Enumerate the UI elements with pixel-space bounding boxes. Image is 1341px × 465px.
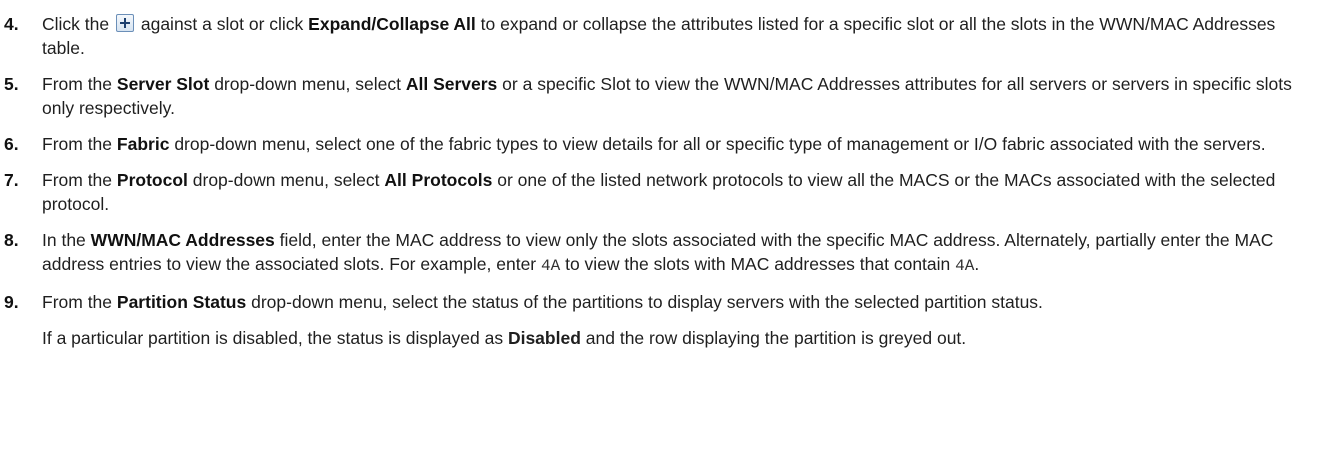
- note-text: If a particular partition is disabled, t…: [42, 328, 504, 348]
- code-example: 4A: [955, 257, 975, 275]
- step-text: From the: [42, 170, 113, 190]
- step-text: In the: [42, 230, 86, 250]
- step-5: 5. From the Server Slot drop-down menu, …: [0, 72, 1341, 120]
- step-number: 9.: [4, 292, 19, 312]
- step-text: to view the slots with MAC addresses tha…: [565, 254, 951, 274]
- document-page: 4. Click the against a slot or click Exp…: [0, 0, 1341, 465]
- step-number: 5.: [4, 74, 19, 94]
- all-protocols-label: All Protocols: [384, 170, 493, 190]
- note-text: and the row displaying the partition is …: [585, 328, 967, 348]
- step-number: 7.: [4, 170, 19, 190]
- step-7: 7. From the Protocol drop-down menu, sel…: [0, 168, 1341, 216]
- step-text: From the: [42, 134, 113, 154]
- disabled-label: Disabled: [507, 328, 581, 348]
- step-6: 6. From the Fabric drop-down menu, selec…: [0, 132, 1341, 156]
- server-slot-label: Server Slot: [116, 74, 210, 94]
- step-text: drop-down menu, select: [214, 74, 401, 94]
- step-text: From the: [42, 292, 113, 312]
- step-4: 4. Click the against a slot or click Exp…: [0, 12, 1341, 60]
- step-text: .: [974, 254, 980, 274]
- expand-collapse-all-label: Expand/Collapse All: [308, 14, 476, 34]
- partition-status-label: Partition Status: [116, 292, 247, 312]
- step-text: drop-down menu, select: [192, 170, 380, 190]
- step-text: Click the: [42, 14, 110, 34]
- step-number: 8.: [4, 230, 19, 250]
- protocol-label: Protocol: [116, 170, 188, 190]
- partition-note: If a particular partition is disabled, t…: [0, 326, 1341, 350]
- step-8: 8. In the WWN/MAC Addresses field, enter…: [0, 228, 1341, 278]
- step-number: 6.: [4, 134, 19, 154]
- step-text: From the: [42, 74, 113, 94]
- code-example: 4A: [541, 257, 561, 275]
- all-servers-label: All Servers: [405, 74, 498, 94]
- plus-icon: [115, 14, 134, 32]
- step-text: drop-down menu, select one of the fabric…: [174, 134, 1266, 154]
- fabric-label: Fabric: [116, 134, 170, 154]
- step-number: 4.: [4, 14, 19, 34]
- step-text: against a slot or click: [140, 14, 304, 34]
- step-9: 9. From the Partition Status drop-down m…: [0, 290, 1341, 314]
- wwn-mac-addresses-label: WWN/MAC Addresses: [90, 230, 275, 250]
- step-text: drop-down menu, select the status of the…: [251, 292, 1043, 312]
